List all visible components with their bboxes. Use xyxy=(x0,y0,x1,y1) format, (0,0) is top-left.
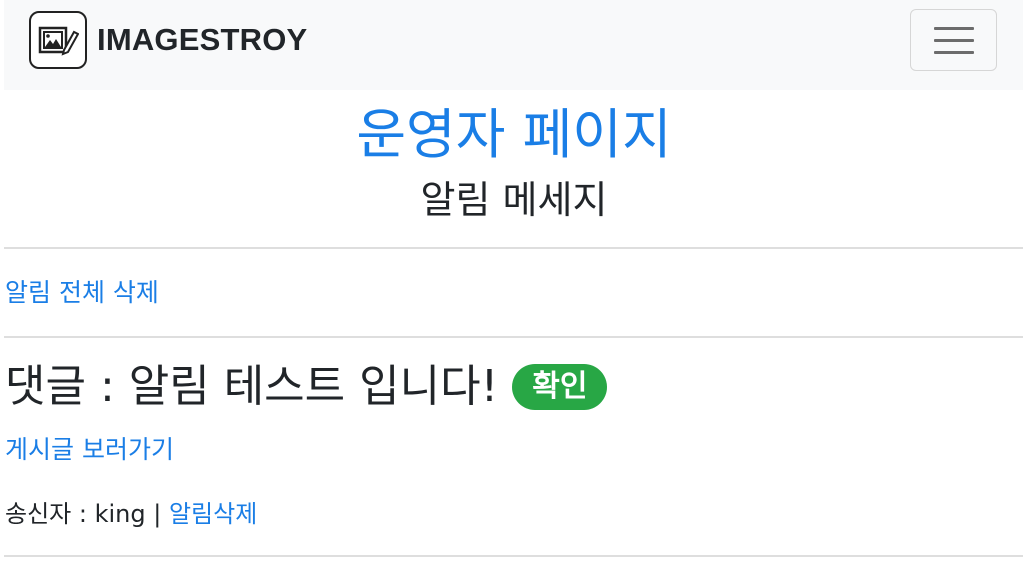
divider xyxy=(4,555,1023,557)
hamburger-menu-icon xyxy=(933,26,974,30)
page-subtitle: 알림 메세지 xyxy=(420,178,608,222)
divider xyxy=(4,336,1023,338)
delete-notification-link[interactable]: 알림삭제 xyxy=(169,500,257,528)
image-edit-icon xyxy=(29,11,87,69)
divider xyxy=(4,247,1023,249)
navbar-toggle-button[interactable] xyxy=(910,9,997,71)
delete-all-notifications-link[interactable]: 알림 전체 삭제 xyxy=(5,275,159,311)
view-post-link[interactable]: 게시글 보러가기 xyxy=(5,432,174,468)
confirm-badge[interactable]: 확인 xyxy=(512,364,608,410)
sender-text: 송신자 : king xyxy=(5,500,146,528)
notification-message: 댓글 : 알림 테스트 입니다! 확인 xyxy=(5,356,608,418)
notification-text: 댓글 : 알림 테스트 입니다! xyxy=(5,361,499,412)
page-title: 운영자 페이지 xyxy=(356,103,672,166)
separator: | xyxy=(145,500,169,528)
navbar: IMAGESTROY xyxy=(4,0,1023,90)
brand-link[interactable]: IMAGESTROY xyxy=(29,11,307,69)
sender-line: 송신자 : king | 알림삭제 xyxy=(5,496,257,532)
brand-text: IMAGESTROY xyxy=(97,22,308,57)
